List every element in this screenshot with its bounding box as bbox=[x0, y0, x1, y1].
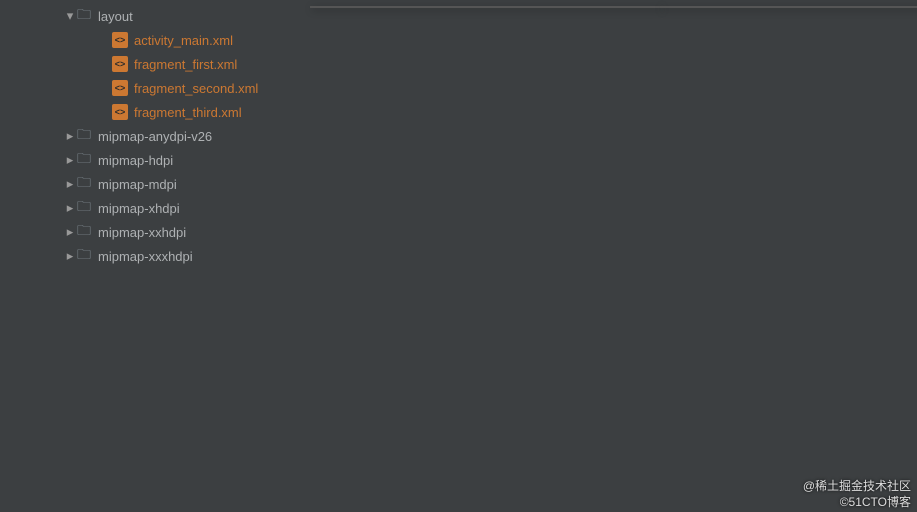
tree-item[interactable]: <> activity_main.xml bbox=[0, 28, 310, 52]
xml-icon: <> bbox=[112, 104, 128, 120]
tree-item[interactable]: ▸ mipmap-anydpi-v26 bbox=[0, 124, 310, 148]
chevron-icon: ▸ bbox=[64, 152, 76, 168]
chevron-icon: ▸ bbox=[64, 224, 76, 240]
chevron-icon: ▾ bbox=[64, 8, 76, 24]
xml-icon: <> bbox=[112, 32, 128, 48]
watermark: @稀土掘金技术社区 bbox=[803, 477, 911, 494]
tree-item-label: mipmap-mdpi bbox=[98, 177, 177, 192]
folder-icon bbox=[76, 224, 92, 240]
tree-item[interactable]: ▸ mipmap-xxhdpi bbox=[0, 220, 310, 244]
tree-item[interactable]: <> fragment_first.xml bbox=[0, 52, 310, 76]
chevron-icon: ▸ bbox=[64, 128, 76, 144]
new-submenu[interactable] bbox=[660, 6, 917, 8]
tree-item-label: fragment_second.xml bbox=[134, 81, 258, 96]
tree-item[interactable]: ▸ mipmap-xhdpi bbox=[0, 196, 310, 220]
tree-item[interactable]: ▾ layout bbox=[0, 4, 310, 28]
folder-icon bbox=[76, 248, 92, 264]
folder-icon bbox=[76, 176, 92, 192]
tree-item-label: mipmap-xhdpi bbox=[98, 201, 180, 216]
context-menu[interactable] bbox=[310, 6, 660, 8]
xml-icon: <> bbox=[112, 56, 128, 72]
folder-icon bbox=[76, 152, 92, 168]
tree-item[interactable]: <> fragment_second.xml bbox=[0, 76, 310, 100]
xml-icon: <> bbox=[112, 80, 128, 96]
folder-icon bbox=[76, 128, 92, 144]
tree-item-label: fragment_third.xml bbox=[134, 105, 242, 120]
tree-item-label: fragment_first.xml bbox=[134, 57, 237, 72]
tree-item[interactable]: ▸ mipmap-xxxhdpi bbox=[0, 244, 310, 268]
tree-item[interactable]: <> fragment_third.xml bbox=[0, 100, 310, 124]
folder-icon bbox=[76, 200, 92, 216]
project-tree[interactable]: ▾ layout <> activity_main.xml <> fragment_fir… bbox=[0, 0, 310, 512]
tree-item-label: mipmap-anydpi-v26 bbox=[98, 129, 212, 144]
tree-item-label: mipmap-xxhdpi bbox=[98, 225, 186, 240]
chevron-icon: ▸ bbox=[64, 176, 76, 192]
tree-item-label: activity_main.xml bbox=[134, 33, 233, 48]
tree-item-label: mipmap-hdpi bbox=[98, 153, 173, 168]
tree-item-label: mipmap-xxxhdpi bbox=[98, 249, 193, 264]
tree-item[interactable]: ▸ mipmap-mdpi bbox=[0, 172, 310, 196]
chevron-icon: ▸ bbox=[64, 200, 76, 216]
chevron-icon: ▸ bbox=[64, 248, 76, 264]
folder-icon bbox=[76, 8, 92, 24]
tree-item[interactable]: ▸ mipmap-hdpi bbox=[0, 148, 310, 172]
watermark: ©51CTO博客 bbox=[840, 493, 911, 510]
tree-item-label: layout bbox=[98, 9, 133, 24]
